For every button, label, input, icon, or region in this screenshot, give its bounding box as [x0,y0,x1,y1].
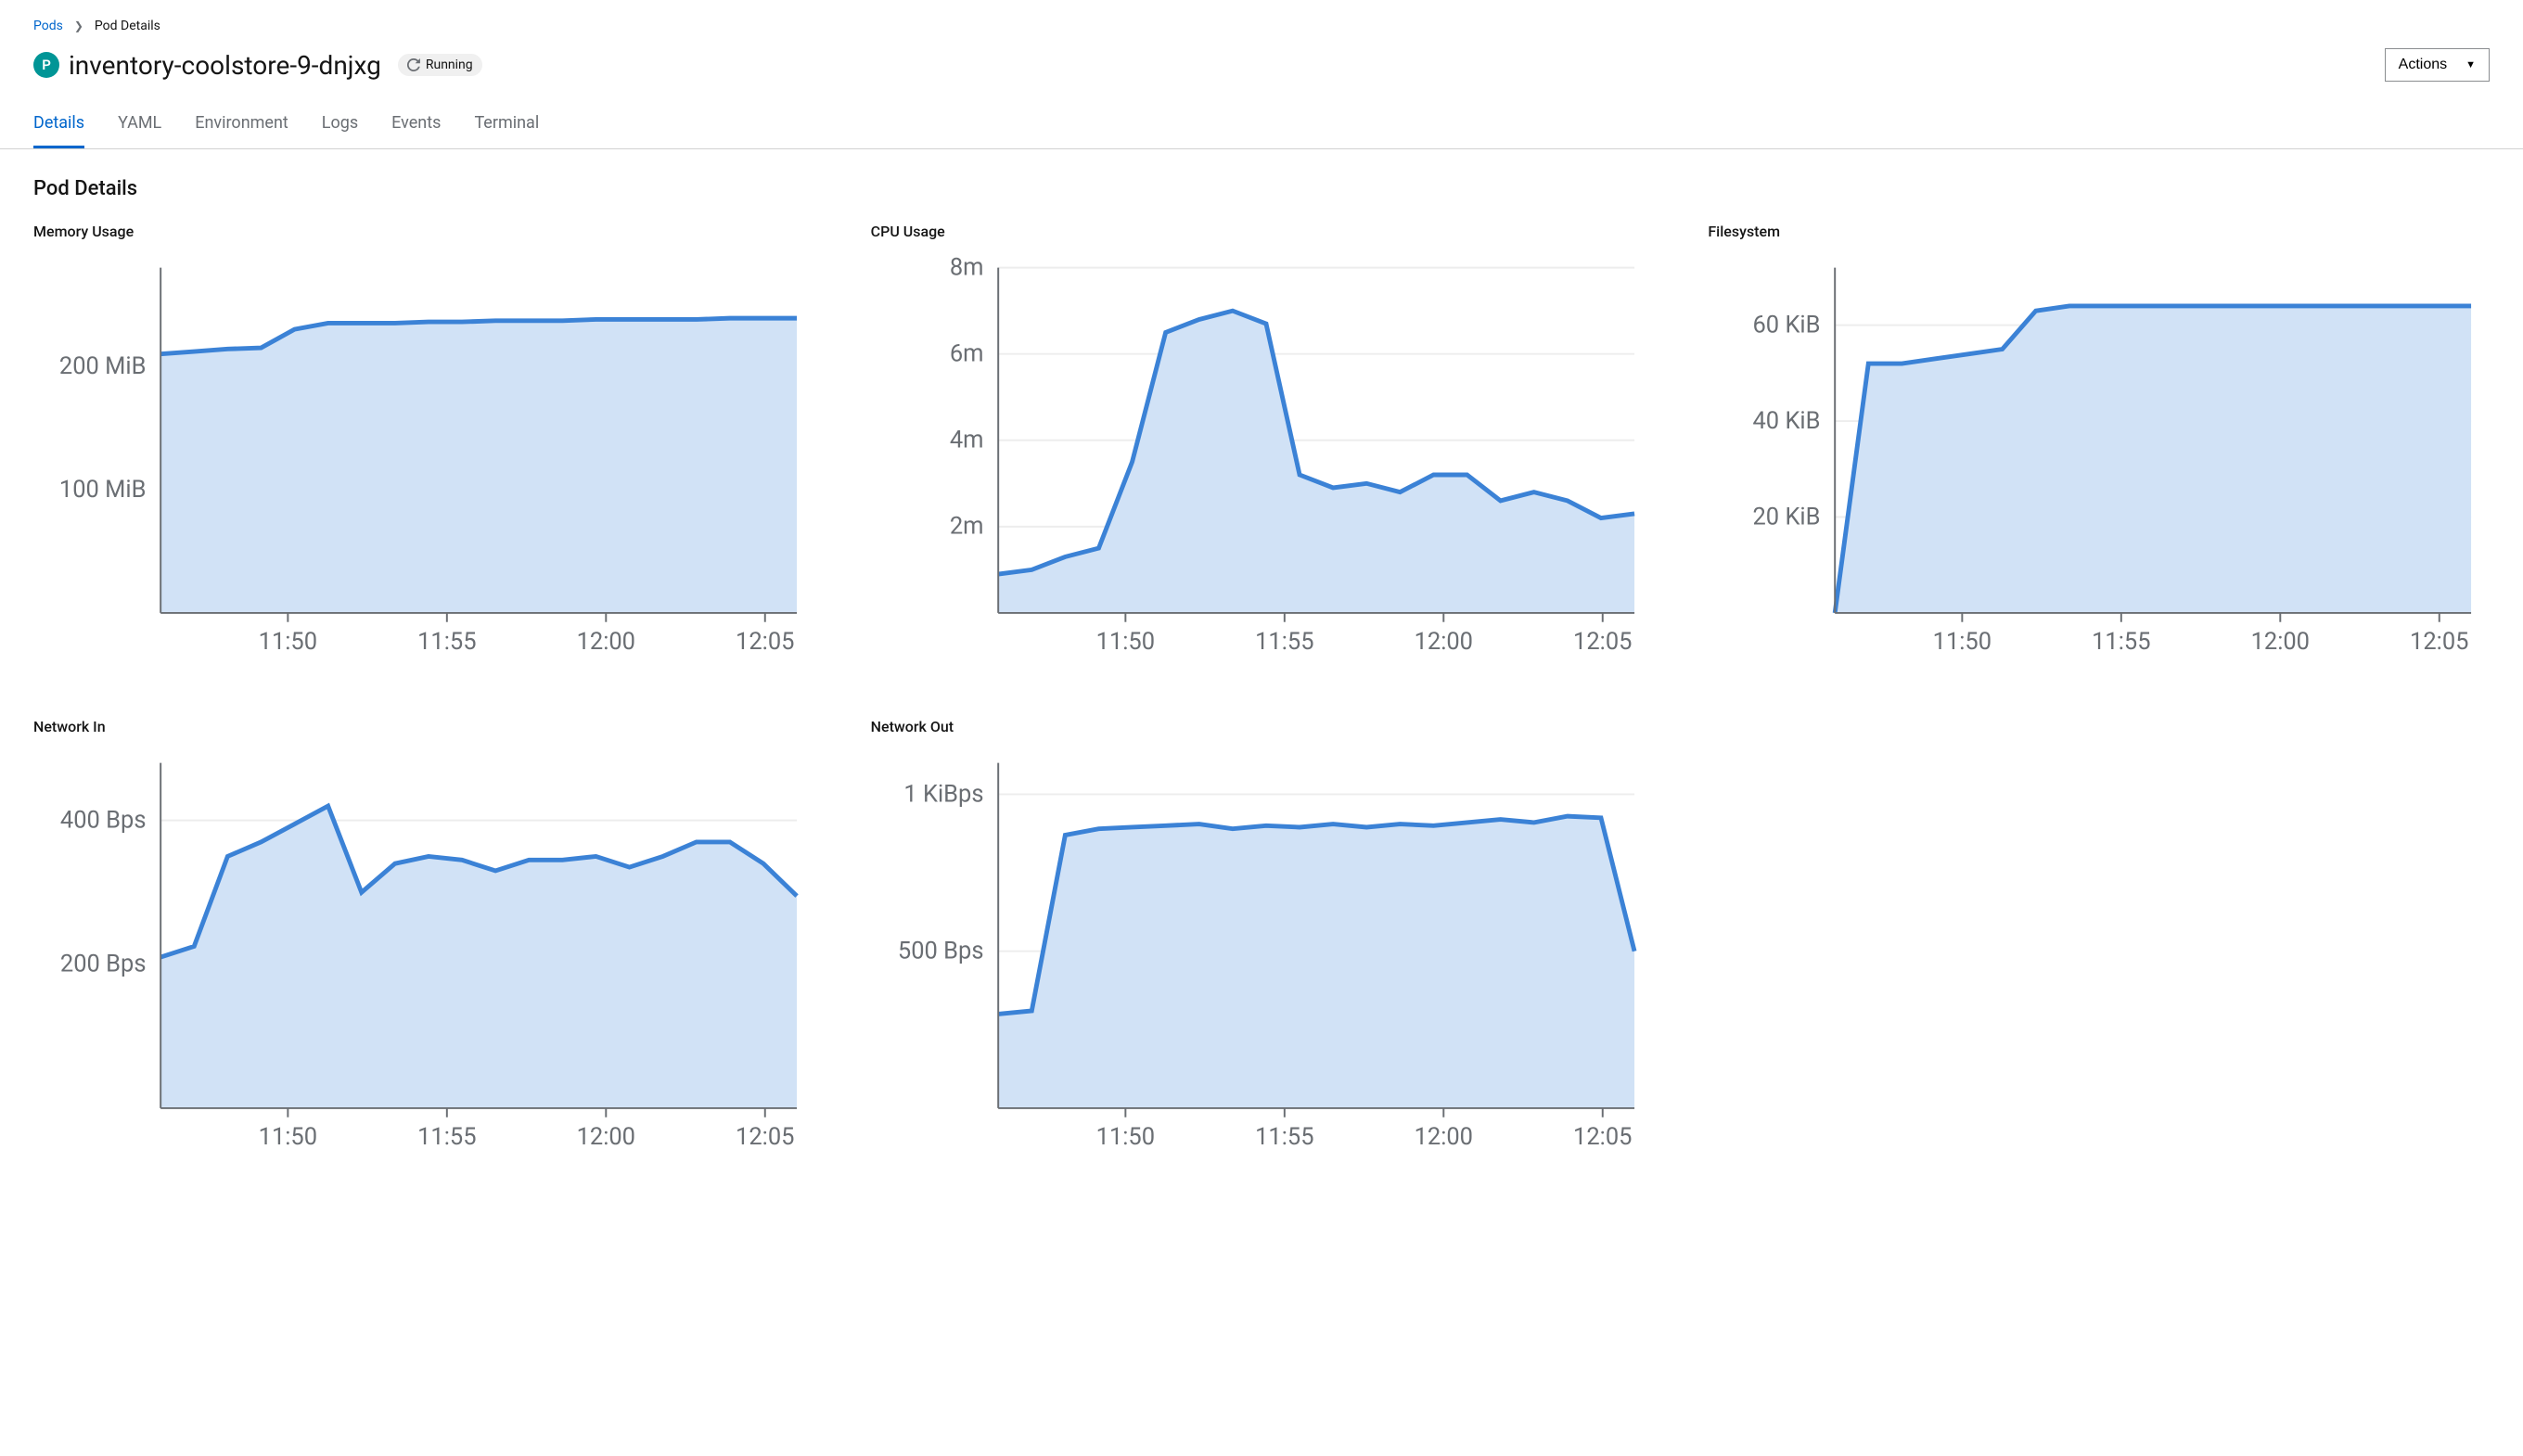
chart-memory-usage: Memory Usage 100 MiB 200 MiB 11:50 11:55 12:0… [33,223,815,671]
chart-title: Filesystem [1708,223,2490,240]
svg-text:12:00: 12:00 [1414,628,1472,656]
svg-text:20 KiB: 20 KiB [1753,503,1821,530]
actions-dropdown[interactable]: Actions ▼ [2385,48,2490,82]
chart-title: CPU Usage [871,223,1653,240]
svg-text:500 Bps: 500 Bps [898,937,984,964]
refresh-icon [407,58,420,71]
svg-text:40 KiB: 40 KiB [1753,407,1821,435]
chart-svg[interactable]: 500 Bps 1 KiBps 11:50 11:55 12:00 12:05 [871,745,1653,1163]
actions-label: Actions [2399,57,2447,73]
svg-text:11:55: 11:55 [2092,628,2150,656]
chevron-right-icon: ❯ [74,19,83,32]
breadcrumb-parent-link[interactable]: Pods [33,19,63,33]
tab-details[interactable]: Details [33,104,84,148]
status-badge: Running [398,54,482,76]
chart-title: Memory Usage [33,223,815,240]
svg-text:12:00: 12:00 [577,1123,635,1151]
svg-text:12:00: 12:00 [577,628,635,656]
page-title: inventory-coolstore-9-dnjxg [69,50,381,81]
chart-title: Network Out [871,718,1653,735]
chart-svg[interactable]: 20 KiB 40 KiB 60 KiB 11:50 11:55 12:00 12:05 [1708,249,2490,668]
chart-title: Network In [33,718,815,735]
svg-text:11:55: 11:55 [1255,628,1313,656]
tab-logs[interactable]: Logs [322,104,358,148]
svg-text:8m: 8m [950,253,984,281]
breadcrumb-current: Pod Details [95,19,160,33]
caret-down-icon: ▼ [2465,59,2476,70]
svg-text:12:05: 12:05 [736,628,794,656]
svg-text:11:55: 11:55 [417,628,476,656]
svg-text:6m: 6m [950,340,984,368]
svg-text:11:55: 11:55 [1255,1123,1313,1151]
svg-text:11:50: 11:50 [1095,1123,1154,1151]
svg-text:200 MiB: 200 MiB [59,352,147,380]
svg-text:400 Bps: 400 Bps [60,806,147,834]
chart-svg[interactable]: 100 MiB 200 MiB 11:50 11:55 12:00 12:05 [33,249,815,668]
svg-text:12:00: 12:00 [2251,628,2310,656]
section-title: Pod Details [33,177,2490,200]
svg-text:12:00: 12:00 [1414,1123,1472,1151]
svg-text:200 Bps: 200 Bps [60,950,147,977]
svg-text:2m: 2m [950,513,984,541]
chart-cpu-usage: CPU Usage 2m 4m 6m 8m 11:50 11:55 12:00 12:05 [871,223,1653,671]
svg-text:11:50: 11:50 [1095,628,1154,656]
chart-svg[interactable]: 200 Bps 400 Bps 11:50 11:55 12:00 12:05 [33,745,815,1163]
svg-text:12:05: 12:05 [1573,1123,1632,1151]
chart-network-out: Network Out 500 Bps 1 KiBps 11:50 11:55 12:00… [871,718,1653,1167]
tabs: Details YAML Environment Logs Events Terminal [0,104,2523,149]
svg-text:4m: 4m [950,427,984,454]
breadcrumb: Pods ❯ Pod Details [33,19,2490,33]
tab-terminal[interactable]: Terminal [474,104,539,148]
svg-text:11:50: 11:50 [1933,628,1992,656]
svg-text:11:55: 11:55 [417,1123,476,1151]
tab-environment[interactable]: Environment [195,104,288,148]
tab-yaml[interactable]: YAML [118,104,161,148]
tab-events[interactable]: Events [391,104,441,148]
svg-text:1 KiBps: 1 KiBps [903,780,983,808]
chart-network-in: Network In 200 Bps 400 Bps 11:50 11:55 12:00 1… [33,718,815,1167]
svg-text:60 KiB: 60 KiB [1753,311,1821,338]
chart-svg[interactable]: 2m 4m 6m 8m 11:50 11:55 12:00 12:05 [871,249,1653,668]
chart-filesystem: Filesystem 20 KiB 40 KiB 60 KiB 11:50 11:55 12… [1708,223,2490,671]
svg-text:12:05: 12:05 [736,1123,794,1151]
svg-text:11:50: 11:50 [259,628,317,656]
svg-text:100 MiB: 100 MiB [59,476,147,504]
svg-text:12:05: 12:05 [1573,628,1632,656]
status-text: Running [426,57,473,72]
pod-icon: P [33,52,59,78]
svg-text:12:05: 12:05 [2410,628,2468,656]
svg-text:11:50: 11:50 [259,1123,317,1151]
